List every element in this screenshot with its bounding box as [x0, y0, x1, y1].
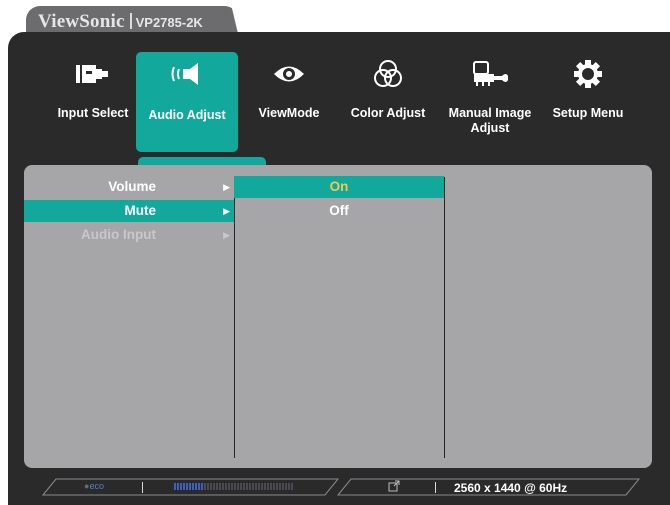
brightness-segment-empty [252, 483, 254, 490]
brightness-segment-empty [204, 483, 206, 490]
top-menu: Input Select Audio Adjust ViewMode Color… [50, 52, 650, 152]
input-select-icon [76, 65, 108, 83]
menu-label: Audio Adjust [148, 108, 226, 122]
menu-viewmode[interactable]: ViewMode [238, 52, 340, 152]
status-separator [142, 482, 143, 493]
option-off[interactable]: Off [234, 200, 444, 222]
brightness-segment-empty [291, 483, 293, 490]
brightness-segment-empty [264, 483, 266, 490]
brightness-segment-empty [228, 483, 230, 490]
brightness-segment-empty [246, 483, 248, 490]
status-bar: ●eco 2560 x 1440 @ 60Hz [42, 478, 640, 496]
eco-label: eco [89, 481, 104, 491]
menu-setup-menu[interactable]: Setup Menu [544, 52, 632, 152]
option-label: Off [329, 203, 349, 218]
menu-label: ViewMode [258, 106, 320, 120]
submenu-label: Mute [124, 203, 157, 218]
arrow-right-icon: ▶ [223, 182, 230, 192]
submenu-item-volume[interactable]: Volume ▶ [24, 176, 234, 198]
option-on[interactable]: On [234, 176, 444, 198]
brightness-segment-empty [207, 483, 209, 490]
brightness-segment-filled [195, 483, 197, 490]
brightness-segment-filled [174, 483, 176, 490]
brightness-segment-filled [180, 483, 182, 490]
submenu-item-audio-input: Audio Input ▶ [24, 224, 234, 246]
brightness-segment-empty [267, 483, 269, 490]
brightness-segment-empty [222, 483, 224, 490]
submenu-label: Audio Input [81, 227, 156, 242]
brightness-segment-empty [276, 483, 278, 490]
brightness-segment-empty [237, 483, 239, 490]
arrow-right-icon: ▶ [223, 206, 230, 216]
brightness-segment-empty [255, 483, 257, 490]
brightness-segment-empty [261, 483, 263, 490]
menu-label: Manual Image Adjust [448, 106, 532, 135]
brightness-segment-filled [183, 483, 185, 490]
option-label: On [329, 179, 349, 194]
menu-audio-adjust[interactable]: Audio Adjust [136, 52, 238, 152]
brand-header: ViewSonic VP2785-2K [38, 11, 203, 33]
submenu-label: Volume [108, 179, 156, 194]
column-divider [444, 177, 445, 458]
menu-label: Input Select [57, 106, 129, 120]
color-adjust-icon [374, 60, 402, 87]
brightness-segment-empty [216, 483, 218, 490]
eco-icon: ●eco [84, 481, 104, 491]
brightness-level-bar [174, 483, 293, 490]
brightness-segment-empty [213, 483, 215, 490]
brand-separator [129, 13, 132, 29]
manual-image-adjust-icon [473, 61, 508, 86]
menu-input-select[interactable]: Input Select [50, 52, 136, 152]
brightness-segment-empty [282, 483, 284, 490]
menu-label: Color Adjust [350, 106, 426, 120]
menu-manual-image-adjust[interactable]: Manual Image Adjust [436, 52, 544, 152]
brightness-segment-empty [210, 483, 212, 490]
setup-menu-gear-icon [574, 60, 602, 88]
brightness-segment-filled [189, 483, 191, 490]
brightness-segment-empty [231, 483, 233, 490]
brightness-segment-empty [234, 483, 236, 490]
brightness-segment-filled [186, 483, 188, 490]
brightness-segment-empty [270, 483, 272, 490]
brightness-segment-filled [198, 483, 200, 490]
brightness-segment-empty [243, 483, 245, 490]
status-separator [435, 482, 436, 493]
resolution-text: 2560 x 1440 @ 60Hz [454, 481, 568, 495]
audio-adjust-icon [171, 63, 198, 85]
brightness-segment-empty [219, 483, 221, 490]
model-name: VP2785-2K [135, 15, 203, 30]
brightness-segment-filled [192, 483, 194, 490]
settings-panel: Volume ▶ Mute ▶ Audio Input ▶ On Off [24, 165, 652, 468]
submenu-item-mute[interactable]: Mute ▶ [24, 200, 234, 222]
menu-label: Setup Menu [552, 106, 624, 120]
brightness-segment-empty [258, 483, 260, 490]
brightness-segment-empty [285, 483, 287, 490]
brightness-segment-empty [273, 483, 275, 490]
brightness-segment-filled [177, 483, 179, 490]
brightness-segment-empty [249, 483, 251, 490]
menu-color-adjust[interactable]: Color Adjust [340, 52, 436, 152]
brightness-segment-empty [279, 483, 281, 490]
brand-logo: ViewSonic [38, 11, 125, 32]
brightness-segment-empty [240, 483, 242, 490]
viewmode-eye-icon [274, 66, 304, 82]
arrow-right-icon: ▶ [223, 230, 230, 240]
brightness-segment-filled [201, 483, 203, 490]
brightness-segment-empty [288, 483, 290, 490]
brightness-segment-empty [225, 483, 227, 490]
